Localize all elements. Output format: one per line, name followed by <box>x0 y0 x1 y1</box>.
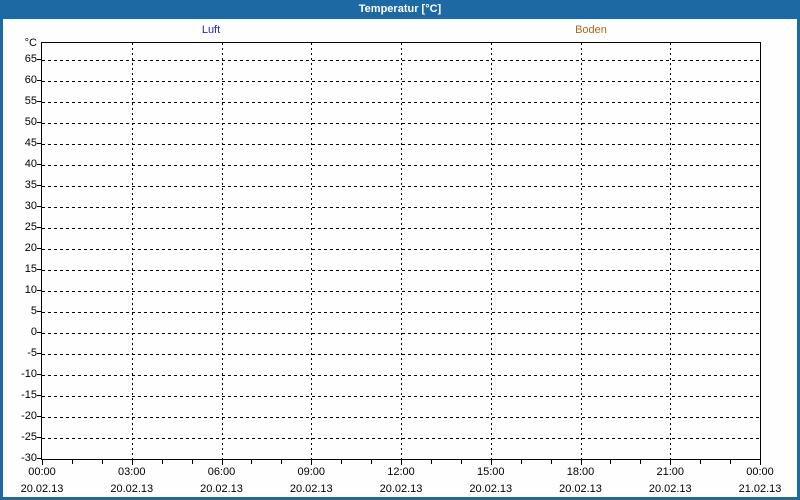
y-axis-tick-label: 60 <box>24 74 37 86</box>
x-axis-date-label: 20.02.13 <box>379 483 423 495</box>
x-axis-minor-tick <box>610 460 612 464</box>
x-axis-minor-tick <box>371 460 373 464</box>
y-axis-tick <box>37 185 41 186</box>
y-axis-tick <box>37 416 41 417</box>
x-axis-time-label: 21:00 <box>656 466 685 478</box>
x-axis-time-label: 03:00 <box>117 466 146 478</box>
y-axis-tick <box>37 332 41 333</box>
x-axis-minor-tick <box>101 460 103 464</box>
window-title-bar: Temperatur [°C] <box>3 0 797 19</box>
y-axis-tick-label: 45 <box>24 137 37 149</box>
grid-line-vertical <box>131 43 133 459</box>
x-axis-minor-tick <box>430 460 432 464</box>
y-axis-tick <box>37 101 41 102</box>
x-axis-date-label: 20.02.13 <box>20 483 64 495</box>
grid-line-vertical <box>580 43 582 459</box>
x-axis-major-tick <box>580 460 582 465</box>
y-axis-tick-label: 65 <box>24 53 37 65</box>
x-axis-major-tick <box>490 460 492 465</box>
y-axis-tick-label: 15 <box>24 263 37 275</box>
x-axis-minor-tick <box>251 460 253 464</box>
x-axis-minor-tick <box>460 460 462 464</box>
y-axis-tick-label: 10 <box>24 284 37 296</box>
plot-area <box>41 42 761 460</box>
x-axis-time-label: 12:00 <box>387 466 415 478</box>
x-axis-minor-tick <box>161 460 163 464</box>
x-axis-date-label: 20.02.13 <box>200 483 243 495</box>
y-axis-tick <box>37 143 41 144</box>
x-axis-date-label: 20.02.13 <box>110 483 154 495</box>
x-axis-minor-tick <box>71 460 73 464</box>
legend-item-luft: Luft <box>201 24 221 36</box>
y-axis-tick <box>37 164 41 165</box>
y-axis-tick-label: -10 <box>21 368 37 380</box>
x-axis-major-tick <box>221 460 223 465</box>
y-axis-tick-label: 50 <box>24 116 37 128</box>
y-axis-tick <box>37 80 41 81</box>
x-axis-minor-tick <box>640 460 642 464</box>
x-axis-date-label: 21.02.13 <box>738 483 782 495</box>
grid-line-vertical <box>311 43 313 459</box>
y-axis-tick <box>37 458 41 459</box>
grid-line-vertical <box>670 43 672 459</box>
x-axis-date-label: 20.02.13 <box>289 483 333 495</box>
y-axis-tick-label: 0 <box>30 326 37 338</box>
y-axis-tick-label: 5 <box>30 305 37 317</box>
y-axis-tick <box>37 437 41 438</box>
x-axis-minor-tick <box>730 460 732 464</box>
y-axis-tick-label: -15 <box>21 389 37 401</box>
grid-line-vertical <box>490 43 492 459</box>
x-axis-minor-tick <box>520 460 522 464</box>
x-axis-date-label: 20.02.13 <box>648 483 692 495</box>
y-axis-tick <box>37 395 41 396</box>
x-axis-major-tick <box>760 460 761 465</box>
x-axis-time-label: 00:00 <box>28 466 56 478</box>
x-axis-major-tick <box>42 460 43 465</box>
y-axis-tick <box>37 248 41 249</box>
legend-item-boden: Boden <box>575 24 607 36</box>
x-axis-minor-tick <box>341 460 343 464</box>
x-axis-date-label: 20.02.13 <box>559 483 602 495</box>
y-axis-tick-label: 35 <box>24 179 37 191</box>
grid-line-vertical <box>221 43 223 459</box>
y-axis-tick <box>37 59 41 60</box>
y-axis-tick-label: 25 <box>24 221 37 233</box>
y-axis-tick <box>37 227 41 228</box>
x-axis-date-label: 20.02.13 <box>469 483 513 495</box>
y-axis-unit-label: °C <box>24 37 37 49</box>
y-axis-tick <box>37 290 41 291</box>
x-axis-time-label: 18:00 <box>566 466 595 478</box>
y-axis-tick-label: 30 <box>24 200 37 212</box>
x-axis-time-label: 06:00 <box>207 466 236 478</box>
y-axis-tick-label: 40 <box>24 158 37 170</box>
y-axis-tick-label: -20 <box>21 410 37 422</box>
y-axis-tick <box>37 206 41 207</box>
y-axis-tick <box>37 353 41 354</box>
chart-title: Temperatur [°C] <box>358 3 442 15</box>
y-axis-tick-label: -5 <box>27 347 37 359</box>
x-axis-minor-tick <box>281 460 283 464</box>
x-axis-major-tick <box>670 460 672 465</box>
x-axis-time-label: 09:00 <box>297 466 326 478</box>
y-axis-tick <box>37 374 41 375</box>
grid-line-vertical <box>401 43 402 459</box>
x-axis-time-label: 00:00 <box>746 466 774 478</box>
y-axis-tick <box>37 122 41 123</box>
y-axis-tick <box>37 311 41 312</box>
y-axis-tick-label: -25 <box>21 431 37 443</box>
chart-window: Temperatur [°C] Luft Boden °C 65 60 55 50 45… <box>0 0 800 500</box>
x-axis-minor-tick <box>550 460 552 464</box>
x-axis-major-tick <box>401 460 402 465</box>
x-axis-minor-tick <box>191 460 193 464</box>
y-axis-tick-label: 20 <box>24 242 37 254</box>
y-axis-tick <box>37 269 41 270</box>
x-axis-time-label: 15:00 <box>476 466 505 478</box>
y-axis-tick-label: -30 <box>21 452 37 464</box>
y-axis-tick-label: 55 <box>24 95 37 107</box>
x-axis-major-tick <box>311 460 313 465</box>
x-axis-major-tick <box>131 460 133 465</box>
x-axis-minor-tick <box>700 460 702 464</box>
